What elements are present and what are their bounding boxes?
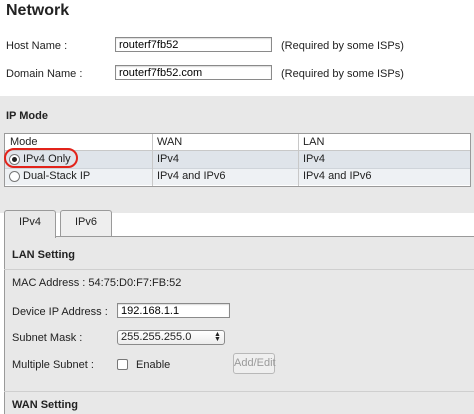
divider	[4, 269, 474, 270]
column-header-wan: WAN	[157, 136, 183, 148]
page-title: Network	[6, 2, 70, 19]
enable-label: Enable	[136, 359, 171, 371]
selection-highlight-ring	[4, 148, 78, 168]
radio-dual-stack[interactable]	[9, 171, 20, 182]
header	[0, 0, 474, 24]
ip-mode-title: IP Mode	[6, 110, 48, 122]
tab-ipv6[interactable]: IPv6	[60, 210, 112, 236]
tab-bar: IPv4 IPv6	[4, 210, 469, 238]
chevron-up-down-icon: ▲ ▼	[214, 331, 221, 343]
column-divider	[152, 134, 153, 186]
column-header-lan: LAN	[303, 136, 325, 148]
host-name-label: Host Name :	[6, 40, 68, 52]
subnet-mask-value: 255.255.255.0	[121, 331, 192, 343]
device-ip-label: Device IP Address :	[12, 306, 108, 318]
wan-setting-title: WAN Setting	[12, 399, 78, 411]
multiple-subnet-label: Multiple Subnet :	[12, 359, 94, 371]
device-ip-input[interactable]	[117, 303, 230, 318]
wan-value: IPv4	[157, 153, 180, 165]
subnet-mask-select[interactable]: 255.255.255.0 ▲ ▼	[117, 330, 225, 345]
domain-name-label: Domain Name :	[6, 68, 83, 80]
mode-label-dual-stack: Dual-Stack IP	[23, 170, 91, 182]
wan-value: IPv4 and IPv6	[157, 170, 226, 182]
mac-address: MAC Address : 54:75:D0:F7:FB:52	[12, 277, 182, 289]
host-name-input[interactable]	[115, 37, 272, 52]
host-name-hint: (Required by some ISPs)	[281, 40, 404, 52]
table-header	[5, 134, 470, 151]
divider	[4, 391, 474, 392]
subnet-mask-label: Subnet Mask :	[12, 332, 83, 344]
enable-checkbox[interactable]	[117, 359, 128, 370]
lan-value: IPv4 and IPv6	[303, 170, 372, 182]
domain-name-input[interactable]	[115, 65, 272, 80]
tab-ipv4[interactable]: IPv4	[4, 210, 56, 238]
column-divider	[298, 134, 299, 186]
add-edit-button[interactable]: Add/Edit	[233, 353, 276, 374]
column-header-mode: Mode	[10, 136, 38, 148]
ipv4-panel	[4, 236, 474, 414]
lan-setting-title: LAN Setting	[12, 249, 75, 261]
lan-value: IPv4	[303, 153, 326, 165]
domain-name-hint: (Required by some ISPs)	[281, 68, 404, 80]
